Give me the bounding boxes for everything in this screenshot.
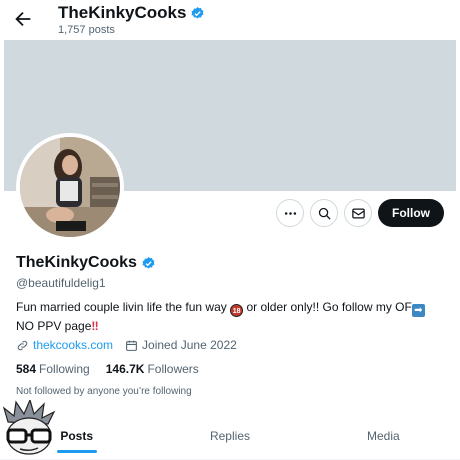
website-item: thekcooks.com	[16, 338, 125, 352]
calendar-icon	[126, 340, 137, 351]
bio-text: Fun married couple livin life the fun wa…	[16, 300, 231, 314]
verified-badge-icon[interactable]	[141, 256, 156, 271]
tab-media[interactable]: Media	[307, 412, 460, 459]
message-button[interactable]	[344, 199, 372, 227]
no-one-under-eighteen-icon: 18	[230, 304, 244, 317]
bio-text: or older only!! Go follow my OF	[243, 300, 412, 314]
search-button[interactable]	[310, 199, 338, 227]
nerd-mascot-icon	[0, 398, 58, 456]
link-icon	[17, 340, 28, 350]
tab-replies[interactable]: Replies	[153, 412, 306, 459]
follow-stats: 584 Following 146.7K Followers	[16, 362, 199, 376]
followers-stat[interactable]: 146.7K Followers	[106, 362, 199, 376]
mail-icon	[351, 208, 365, 218]
joined-date: Joined June 2022	[142, 338, 237, 352]
followers-label: Followers	[147, 362, 199, 376]
double-exclamation-icon: ‼	[91, 319, 99, 333]
avatar-image	[20, 137, 120, 237]
profile-tabs: Posts Replies Media	[0, 412, 460, 460]
header-name: TheKinkyCooks	[58, 3, 187, 22]
followed-by-note: Not followed by anyone you’re following	[16, 386, 192, 397]
profile-header: TheKinkyCooks 1,757 posts	[0, 0, 460, 40]
profile-bio: Fun married couple livin life the fun wa…	[16, 298, 446, 335]
avatar[interactable]	[16, 133, 124, 241]
bio-text: NO PPV page	[16, 319, 92, 333]
back-arrow-icon[interactable]	[12, 8, 34, 30]
following-count: 584	[16, 362, 37, 376]
website-link[interactable]: thekcooks.com	[33, 338, 113, 352]
following-stat[interactable]: 584 Following	[16, 362, 90, 376]
profile-name: TheKinkyCooks	[16, 254, 137, 271]
search-icon	[318, 207, 331, 220]
follow-button[interactable]: Follow	[378, 199, 444, 227]
joined-item: Joined June 2022	[125, 338, 237, 352]
right-arrow-icon: ➡	[411, 304, 425, 317]
more-button[interactable]	[276, 199, 304, 227]
post-count: 1,757 posts	[58, 24, 115, 36]
more-icon	[284, 211, 296, 215]
header-title: TheKinkyCooks	[58, 3, 205, 23]
followers-count: 146.7K	[105, 362, 145, 376]
profile-handle: @beautifuldelig1	[16, 276, 106, 290]
profile-meta: thekcooks.com Joined June 2022	[16, 338, 237, 352]
following-label: Following	[39, 362, 90, 376]
profile-actions: Follow	[276, 199, 444, 227]
verified-badge-icon	[190, 6, 205, 21]
profile-name-row: TheKinkyCooks	[16, 254, 156, 272]
